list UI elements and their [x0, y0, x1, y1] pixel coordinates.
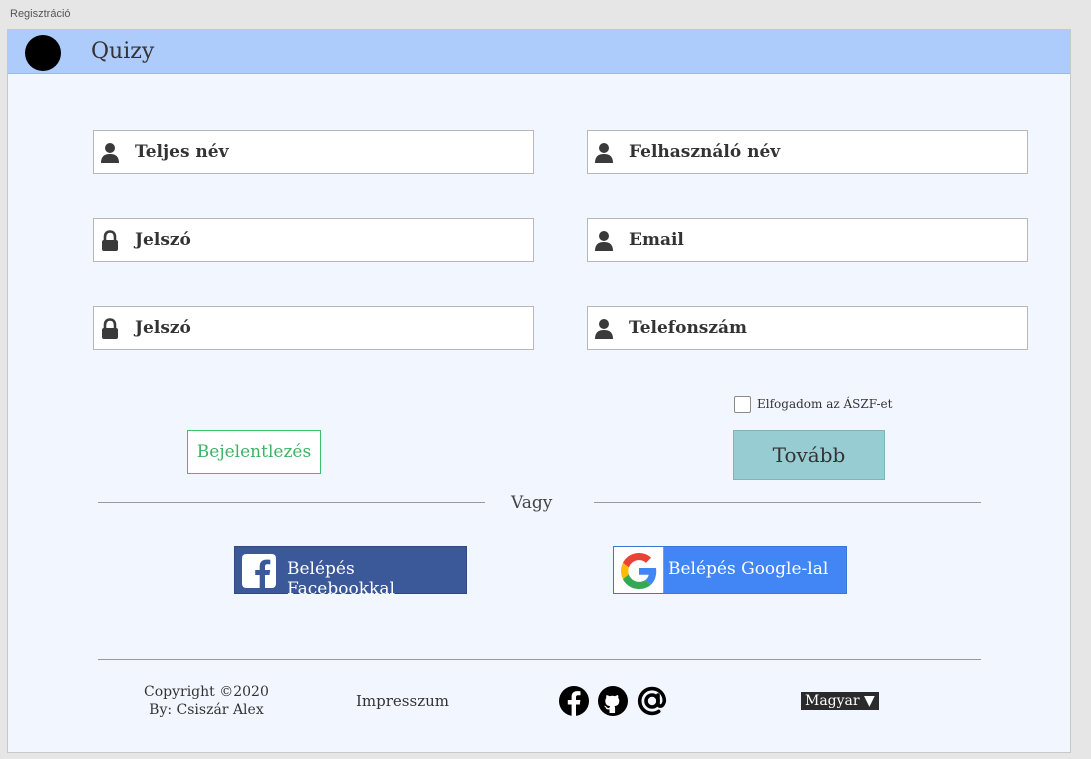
user-icon: [594, 230, 614, 252]
password-field[interactable]: Jelszó: [93, 218, 534, 262]
password-confirm-label: Jelszó: [135, 318, 191, 338]
facebook-login-label: Belépés Facebookkal: [287, 559, 395, 599]
user-icon: [594, 142, 614, 164]
google-icon: [614, 547, 664, 593]
lock-icon: [100, 318, 120, 340]
at-sign-icon[interactable]: [636, 685, 668, 717]
username-label: Felhasználó név: [629, 142, 781, 162]
impressum-link[interactable]: Impresszum: [356, 692, 449, 710]
phone-field[interactable]: Telefonszám: [587, 306, 1028, 350]
full-name-field[interactable]: Teljes név: [93, 130, 534, 174]
divider-right: [594, 502, 981, 503]
header-bar: Quizy: [8, 30, 1070, 74]
google-login-button[interactable]: Belépés Google-lal: [613, 546, 847, 594]
github-icon[interactable]: [597, 685, 629, 717]
window-title: Regisztráció: [10, 8, 71, 20]
full-name-label: Teljes név: [135, 142, 229, 162]
divider-left: [98, 502, 485, 503]
footer-divider: [98, 659, 981, 660]
lock-icon: [100, 230, 120, 252]
terms-label: Elfogadom az ÁSZF-et: [757, 397, 893, 411]
email-label: Email: [629, 230, 684, 250]
user-icon: [100, 142, 120, 164]
facebook-icon: [242, 554, 276, 588]
google-login-label: Belépés Google-lal: [668, 559, 829, 579]
facebook-icon[interactable]: [558, 685, 590, 717]
username-field[interactable]: Felhasználó név: [587, 130, 1028, 174]
terms-checkbox[interactable]: [734, 396, 751, 413]
password-label: Jelszó: [135, 230, 191, 250]
copyright-text: Copyright ©2020: [144, 684, 269, 700]
next-button[interactable]: Tovább: [733, 430, 885, 480]
facebook-login-button[interactable]: Belépés Facebookkal: [234, 546, 467, 599]
password-confirm-field[interactable]: Jelszó: [93, 306, 534, 350]
email-field[interactable]: Email: [587, 218, 1028, 262]
or-divider-text: Vagy: [511, 493, 553, 513]
user-icon: [594, 318, 614, 340]
language-select[interactable]: Magyar ▼: [801, 692, 879, 710]
phone-label: Telefonszám: [629, 318, 748, 338]
brand-title: Quizy: [91, 39, 155, 64]
logo-circle: [25, 35, 61, 71]
login-button[interactable]: Bejelentlezés: [187, 430, 321, 474]
copyright: Copyright ©2020 By: Csiszár Alex: [144, 683, 269, 719]
author-text: By: Csiszár Alex: [149, 702, 264, 718]
registration-window: Quizy Teljes név Felhasználó név Jelszó …: [7, 29, 1071, 753]
